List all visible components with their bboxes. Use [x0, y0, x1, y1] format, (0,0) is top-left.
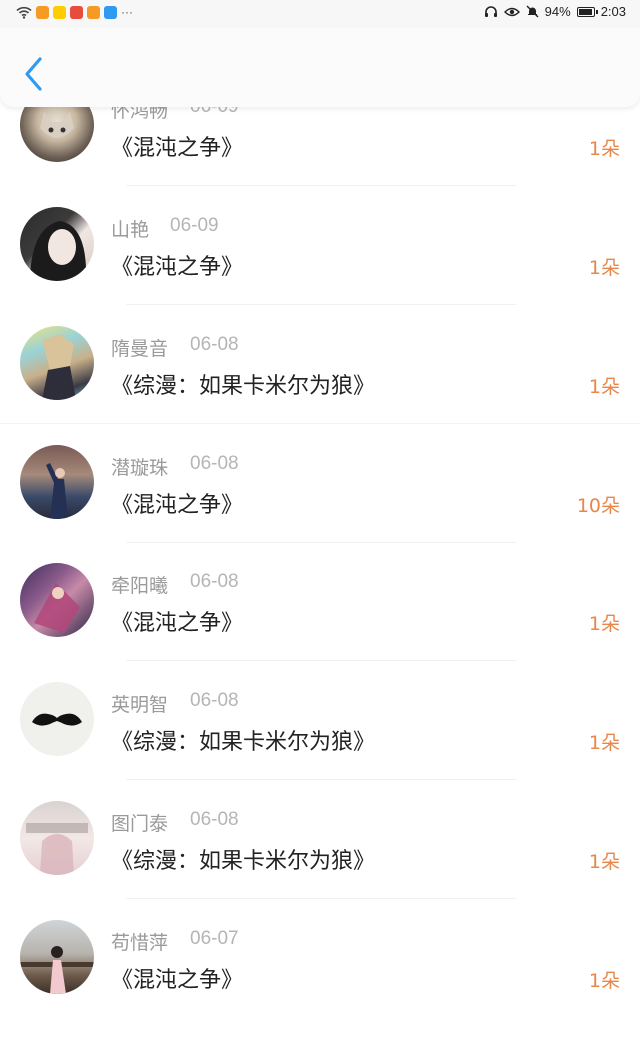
flower-amount: 10朵: [576, 495, 620, 517]
sender-name: 牵阳曦: [111, 575, 169, 597]
wifi-icon: [16, 6, 32, 19]
battery-percent: 94%: [544, 4, 571, 19]
flower-amount: 1朵: [588, 376, 620, 398]
sender-name: 图门泰: [111, 813, 169, 835]
weibo-app-icon-2: [87, 5, 100, 19]
doll-photo: [26, 823, 88, 875]
list-item[interactable]: 山艳 06-09 《混沌之争》 1朵: [0, 205, 640, 324]
status-icons-right: 94% 2:03: [484, 4, 626, 19]
sender-name: 英明智: [111, 694, 169, 716]
avatar: [20, 445, 94, 519]
portrait-photo: [30, 221, 86, 281]
anime-photo: [42, 334, 76, 400]
flower-amount: 1朵: [588, 257, 620, 279]
headphones-icon: [484, 6, 497, 17]
weibo-app-icon: [36, 5, 49, 19]
app-icon-red: [70, 5, 83, 19]
list-item[interactable]: 图门泰 06-08 《综漫：如果卡米尔为狼》 1朵: [0, 799, 640, 918]
flower-amount: 1朵: [588, 613, 620, 635]
list-item[interactable]: 潜璇珠 06-08 《混沌之争》 10朵: [0, 443, 640, 562]
sender-name: 山艳: [111, 219, 150, 241]
flower-amount: 1朵: [588, 970, 620, 992]
gift-date: 06-08: [190, 453, 239, 474]
app-icon-yellow: [53, 5, 66, 19]
gift-date: 06-08: [190, 690, 239, 711]
back-button[interactable]: [18, 55, 52, 95]
list-item[interactable]: 牵阳曦 06-08 《混沌之争》 1朵: [0, 561, 640, 680]
book-title: 《综漫：如果卡米尔为狼》: [111, 730, 376, 755]
book-title: 《综漫：如果卡米尔为狼》: [111, 849, 376, 874]
book-title: 《混沌之争》: [111, 611, 244, 636]
avatar: [20, 563, 94, 637]
book-title: 《混沌之争》: [111, 255, 244, 280]
divider: [126, 898, 516, 899]
flower-amount: 1朵: [588, 732, 620, 754]
battery-icon: [576, 6, 598, 17]
gift-date: 06-09: [170, 215, 219, 236]
list-item[interactable]: 苟惜萍 06-07 《混沌之争》 1朵: [0, 918, 640, 1037]
divider: [126, 542, 516, 543]
divider: [0, 423, 640, 424]
gift-date: 06-07: [190, 928, 239, 949]
avatar: [20, 326, 94, 400]
list-item[interactable]: 英明智 06-08 《综漫：如果卡米尔为狼》 1朵: [0, 680, 640, 799]
sender-name: 隋曼音: [111, 338, 169, 360]
mustache-icon: [32, 713, 82, 726]
gift-date: 06-08: [190, 809, 239, 830]
avatar: [20, 920, 94, 994]
avatar: [20, 682, 94, 756]
status-bar: ··· 94% 2:03: [0, 0, 640, 28]
sender-name: 苟惜萍: [111, 932, 169, 954]
list-item[interactable]: 隋曼音 06-08 《综漫：如果卡米尔为狼》 1朵: [0, 324, 640, 443]
dancer-photo: [46, 463, 68, 519]
gift-date: 06-08: [190, 334, 239, 355]
sender-name: 潜璇珠: [111, 457, 169, 479]
flower-amount: 1朵: [588, 138, 620, 160]
divider: [126, 779, 516, 780]
book-title: 《混沌之争》: [111, 493, 244, 518]
clock-time: 2:03: [600, 4, 626, 19]
divider: [126, 304, 516, 305]
game-character-photo: [34, 583, 80, 633]
divider: [126, 660, 516, 661]
avatar: [20, 207, 94, 281]
chevron-left-icon: [25, 57, 42, 91]
search-app-icon: [104, 5, 117, 19]
book-title: 《混沌之争》: [111, 968, 244, 993]
eye-comfort-icon: [503, 7, 520, 16]
girl-photo: [20, 946, 94, 994]
status-icons-left: ···: [16, 5, 133, 19]
avatar: [20, 801, 94, 875]
gift-date: 06-08: [190, 571, 239, 592]
flower-amount: 1朵: [588, 851, 620, 873]
divider: [126, 185, 516, 186]
book-title: 《混沌之争》: [111, 136, 244, 161]
more-notifications-icon: ···: [121, 5, 133, 19]
book-title: 《综漫：如果卡米尔为狼》: [111, 374, 376, 399]
mute-bell-icon: [526, 5, 539, 18]
